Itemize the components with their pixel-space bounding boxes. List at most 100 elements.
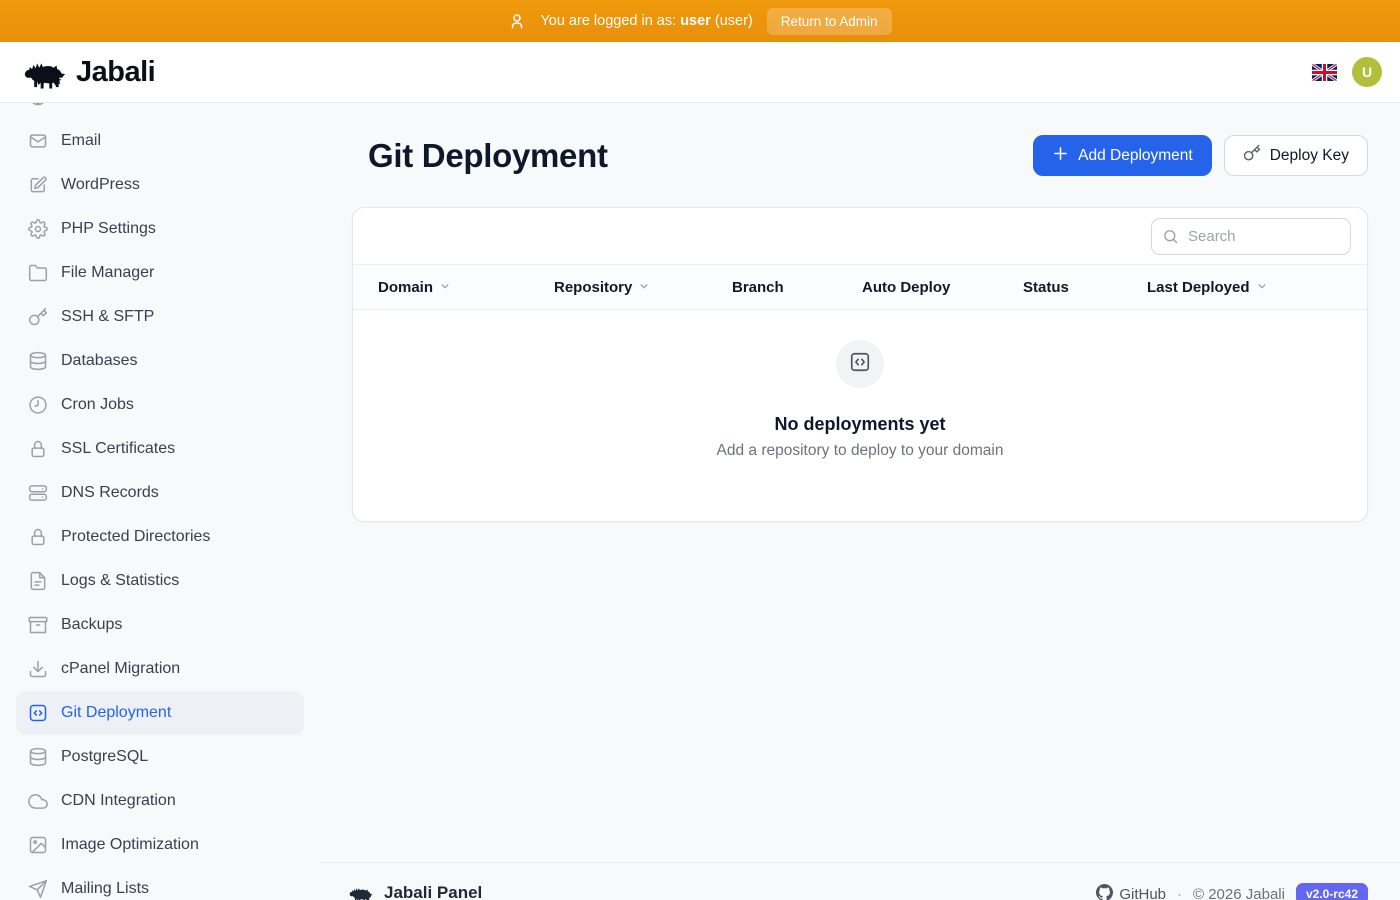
boar-logo-icon bbox=[22, 54, 68, 90]
footer: Jabali Panel GitHub · © 2026 Jabali v2.0… bbox=[320, 862, 1400, 900]
sidebar-item-git-deployment[interactable]: Git Deployment bbox=[16, 691, 304, 735]
sidebar-item-label: SSL Certificates bbox=[61, 440, 175, 458]
sidebar-item-label: PHP Settings bbox=[61, 220, 156, 238]
column-header-branch: Branch bbox=[732, 279, 862, 296]
sidebar-item-partial[interactable] bbox=[16, 103, 304, 119]
sidebar-item-label: Image Optimization bbox=[61, 836, 199, 854]
brand-logo[interactable]: Jabali bbox=[22, 54, 155, 90]
code-icon bbox=[849, 351, 871, 378]
sidebar-item-label: Git Deployment bbox=[61, 704, 171, 722]
sidebar-item-label: cPanel Migration bbox=[61, 660, 180, 678]
folder-icon bbox=[28, 263, 48, 283]
column-header-domain[interactable]: Domain bbox=[378, 277, 554, 297]
empty-state: No deployments yet Add a repository to d… bbox=[353, 310, 1367, 522]
column-label: Auto Deploy bbox=[862, 279, 950, 296]
sidebar-item-backups[interactable]: Backups bbox=[16, 603, 304, 647]
column-label: Last Deployed bbox=[1147, 279, 1250, 296]
key-icon bbox=[28, 307, 48, 327]
sidebar-item-email[interactable]: Email bbox=[16, 119, 304, 163]
search-icon bbox=[1162, 228, 1179, 250]
sidebar-item-label: Cron Jobs bbox=[61, 396, 134, 414]
sidebar-item-logs-statistics[interactable]: Logs & Statistics bbox=[16, 559, 304, 603]
database-icon bbox=[28, 351, 48, 371]
boar-logo-icon bbox=[348, 883, 374, 900]
sidebar-item-php-settings[interactable]: PHP Settings bbox=[16, 207, 304, 251]
empty-state-subtitle: Add a repository to deploy to your domai… bbox=[717, 442, 1004, 460]
sidebar-item-label: Mailing Lists bbox=[61, 880, 149, 898]
sidebar-item-cpanel-migration[interactable]: cPanel Migration bbox=[16, 647, 304, 691]
column-label: Status bbox=[1023, 279, 1069, 296]
user-icon bbox=[508, 12, 526, 30]
column-label: Domain bbox=[378, 279, 433, 296]
send-icon bbox=[28, 879, 48, 899]
sidebar-item-databases[interactable]: Databases bbox=[16, 339, 304, 383]
column-header-last-deployed[interactable]: Last Deployed bbox=[1147, 277, 1367, 297]
search-input[interactable] bbox=[1151, 218, 1351, 255]
sidebar-item-wordpress[interactable]: WordPress bbox=[16, 163, 304, 207]
sidebar-item-label: DNS Records bbox=[61, 484, 159, 502]
column-header-status: Status bbox=[1023, 279, 1147, 296]
lock-icon bbox=[28, 439, 48, 459]
sidebar-item-protected-directories[interactable]: Protected Directories bbox=[16, 515, 304, 559]
server-icon bbox=[28, 483, 48, 503]
plus-icon bbox=[1052, 145, 1069, 167]
sidebar-item-label: File Manager bbox=[61, 264, 154, 282]
image-icon bbox=[28, 835, 48, 855]
clock-icon bbox=[28, 395, 48, 415]
impersonated-username: user bbox=[680, 13, 711, 29]
sidebar-item-label: PostgreSQL bbox=[61, 748, 148, 766]
footer-brand: Jabali Panel bbox=[348, 883, 482, 900]
sidebar-item-postgresql[interactable]: PostgreSQL bbox=[16, 735, 304, 779]
sidebar-item-label: Backups bbox=[61, 616, 122, 634]
download-icon bbox=[28, 659, 48, 679]
app-header: Jabali U bbox=[0, 42, 1400, 103]
column-header-auto-deploy: Auto Deploy bbox=[862, 279, 1023, 296]
column-label: Repository bbox=[554, 279, 632, 296]
sidebar-item-ssl-certificates[interactable]: SSL Certificates bbox=[16, 427, 304, 471]
sidebar-item-label: Databases bbox=[61, 352, 138, 370]
sidebar: Email WordPress PHP Settings File Manager SS… bbox=[0, 103, 320, 900]
lock-icon bbox=[28, 527, 48, 547]
footer-brand-name: Jabali Panel bbox=[384, 883, 482, 900]
sidebar-item-cdn-integration[interactable]: CDN Integration bbox=[16, 779, 304, 823]
search-box bbox=[1151, 218, 1351, 255]
empty-state-circle bbox=[836, 340, 884, 388]
gear-icon bbox=[28, 219, 48, 239]
github-icon bbox=[1096, 884, 1113, 900]
deploy-key-button[interactable]: Deploy Key bbox=[1224, 135, 1368, 176]
github-link[interactable]: GitHub bbox=[1096, 884, 1166, 900]
sidebar-item-label: Protected Directories bbox=[61, 528, 210, 546]
sidebar-item-ssh-sftp[interactable]: SSH & SFTP bbox=[16, 295, 304, 339]
version-badge: v2.0-rc42 bbox=[1296, 883, 1368, 900]
column-label: Branch bbox=[732, 279, 784, 296]
sidebar-item-image-optimization[interactable]: Image Optimization bbox=[16, 823, 304, 867]
deployments-card: Domain Repository Branch Auto Deploy Status L… bbox=[352, 207, 1368, 522]
cloud-icon bbox=[28, 791, 48, 811]
sidebar-item-label: CDN Integration bbox=[61, 792, 176, 810]
archive-icon bbox=[28, 615, 48, 635]
brand-name: Jabali bbox=[76, 56, 155, 89]
return-to-admin-button[interactable]: Return to Admin bbox=[767, 8, 892, 35]
add-deployment-button[interactable]: Add Deployment bbox=[1033, 135, 1212, 176]
sidebar-item-file-manager[interactable]: File Manager bbox=[16, 251, 304, 295]
sidebar-item-dns-records[interactable]: DNS Records bbox=[16, 471, 304, 515]
sidebar-item-label: SSH & SFTP bbox=[61, 308, 154, 326]
user-avatar[interactable]: U bbox=[1352, 57, 1382, 87]
column-header-repository[interactable]: Repository bbox=[554, 277, 732, 297]
sidebar-item-mailing-lists[interactable]: Mailing Lists bbox=[16, 867, 304, 900]
edit-icon bbox=[28, 175, 48, 195]
chevron-down-icon bbox=[1255, 277, 1269, 297]
footer-separator: · bbox=[1177, 886, 1182, 900]
sidebar-item-label: Email bbox=[61, 132, 101, 150]
page-title: Git Deployment bbox=[368, 137, 608, 175]
code-icon bbox=[28, 703, 48, 723]
chevron-down-icon bbox=[637, 277, 651, 297]
sidebar-item-label: WordPress bbox=[61, 176, 140, 194]
uk-flag-icon[interactable] bbox=[1312, 64, 1337, 81]
key-icon bbox=[1243, 144, 1261, 167]
globe-icon bbox=[28, 103, 48, 107]
sidebar-item-cron-jobs[interactable]: Cron Jobs bbox=[16, 383, 304, 427]
impersonation-message: You are logged in as: user (user) bbox=[540, 13, 752, 29]
footer-copyright: © 2026 Jabali bbox=[1193, 886, 1285, 900]
chevron-down-icon bbox=[438, 277, 452, 297]
